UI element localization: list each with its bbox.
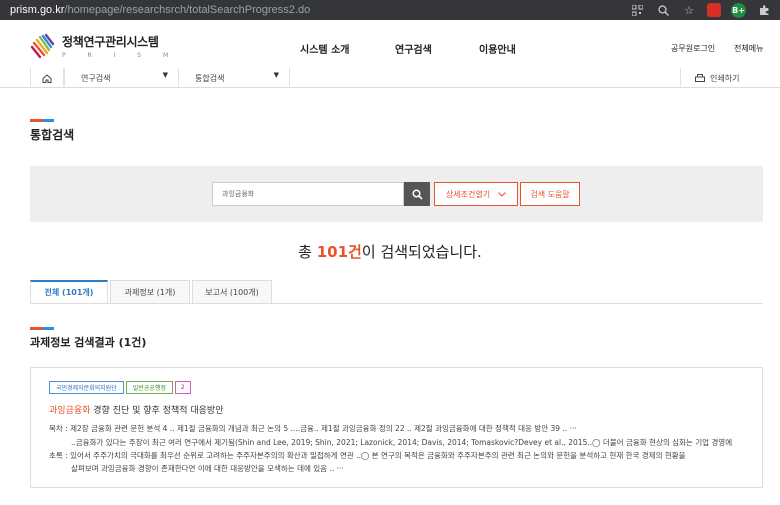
category-badge: 일반공공행정	[125, 381, 173, 394]
site-header: 정책연구관리시스템 P R I S M 시스템 소개 연구검색 이용안내 공무원…	[0, 20, 780, 68]
result-suffix: 이 검색되었습니다.	[361, 243, 482, 261]
result-abstract-line: ..금융화가 있다는 주장이 최근 여러 연구에서 제기됨(Shin and L…	[71, 438, 733, 447]
logo-subtitle: P R I S M	[62, 52, 179, 59]
detail-conditions-label: 상세조건열기	[445, 189, 491, 199]
url-host: prism.go.kr	[10, 4, 65, 16]
search-icon	[411, 188, 423, 200]
search-input[interactable]: 과잉금융화	[212, 182, 404, 206]
result-count-number: 101건	[316, 243, 362, 261]
section-accent-bar	[30, 327, 54, 330]
breadcrumb-select-integrated[interactable]: 통합검색 ▼	[178, 68, 290, 88]
result-title-link[interactable]: 과잉금융화 경향 진단 및 향후 정책적 대응방안	[49, 403, 224, 416]
print-icon	[695, 73, 705, 82]
result-prefix: 총	[298, 243, 317, 261]
logo-title: 정책연구관리시스템	[62, 35, 159, 49]
home-icon	[42, 73, 52, 83]
result-tabs: 전체 (101개) 과제정보 (1개) 보고서 (100개)	[30, 280, 274, 303]
print-button[interactable]: 인쇄하기	[680, 68, 780, 88]
tab-project-info[interactable]: 과제정보 (1개)	[110, 280, 190, 303]
tab-reports[interactable]: 보고서 (100개)	[192, 280, 272, 303]
address-url[interactable]: prism.go.kr/homepage/researchsrch/totalS…	[0, 4, 310, 16]
official-login-link[interactable]: 공무원로그인	[671, 43, 715, 54]
result-title-highlight: 과잉금융화	[49, 406, 91, 416]
nav-research-search[interactable]: 연구검색	[395, 41, 432, 56]
full-menu-link[interactable]: 전체메뉴	[734, 43, 763, 54]
zoom-icon[interactable]	[655, 2, 671, 18]
result-title-rest: 경향 진단 및 향후 정책적 대응방안	[90, 406, 224, 416]
breadcrumb-select-label: 연구검색	[81, 73, 111, 83]
breadcrumb-select-label: 통합검색	[195, 73, 225, 83]
search-button[interactable]	[404, 182, 430, 206]
result-count: 총 101건이 검색되었습니다.	[0, 241, 780, 262]
caret-down-icon: ▼	[162, 71, 168, 79]
caret-down-icon: ▼	[273, 71, 279, 79]
search-help-button[interactable]: 검색 도움말	[520, 182, 580, 206]
result-toc-line: 목차 : 제2장 금융화 관련 문헌 분석 4 .. 제1절 금융화의 개념과 …	[49, 424, 577, 433]
result-card: 국민경제자문회의지원단 일반공공행정 2 과잉금융화 경향 진단 및 향후 정책…	[30, 367, 763, 488]
chevron-down-icon	[498, 191, 506, 197]
qr-icon[interactable]	[629, 2, 645, 18]
print-label: 인쇄하기	[710, 73, 740, 83]
tabs-divider	[30, 303, 763, 304]
section-title: 과제정보 검색결과 (1건)	[30, 336, 147, 349]
search-panel: 과잉금융화 상세조건열기 검색 도움말	[30, 166, 763, 222]
extension-green-icon[interactable]: B+	[731, 2, 746, 18]
result-abstract-line: 초록 : 있어서 주주가치의 극대화를 최우선 순위로 고려하는 주주자본주의의…	[49, 451, 686, 460]
puzzle-icon[interactable]	[756, 2, 772, 18]
nav-usage-guide[interactable]: 이용안내	[479, 41, 516, 56]
page-title: 통합검색	[30, 128, 75, 142]
detail-conditions-button[interactable]: 상세조건열기	[434, 182, 518, 206]
home-button[interactable]	[30, 68, 64, 88]
nav-system-intro[interactable]: 시스템 소개	[300, 41, 349, 56]
tab-all[interactable]: 전체 (101개)	[30, 280, 108, 303]
prism-logo[interactable]: 정책연구관리시스템 P R I S M	[30, 33, 178, 59]
bookmark-star-icon[interactable]: ☆	[681, 2, 697, 18]
browser-address-bar: prism.go.kr/homepage/researchsrch/totalS…	[0, 0, 780, 20]
agency-badge: 국민경제자문회의지원단	[49, 381, 124, 394]
extension-red-icon[interactable]	[707, 3, 721, 17]
count-badge: 2	[174, 381, 191, 394]
title-accent-bar	[30, 119, 54, 122]
breadcrumb: 연구검색 ▼ 통합검색 ▼ 인쇄하기	[0, 68, 780, 88]
logo-mark-icon	[30, 33, 55, 59]
result-abstract-line: 살펴보며 과잉금융화 경향이 존재한다면 이에 대한 대응방안을 모색하는 데에…	[71, 464, 344, 473]
breadcrumb-select-research[interactable]: 연구검색 ▼	[64, 68, 178, 88]
url-path: /homepage/researchsrch/totalSearchProgre…	[64, 4, 311, 16]
